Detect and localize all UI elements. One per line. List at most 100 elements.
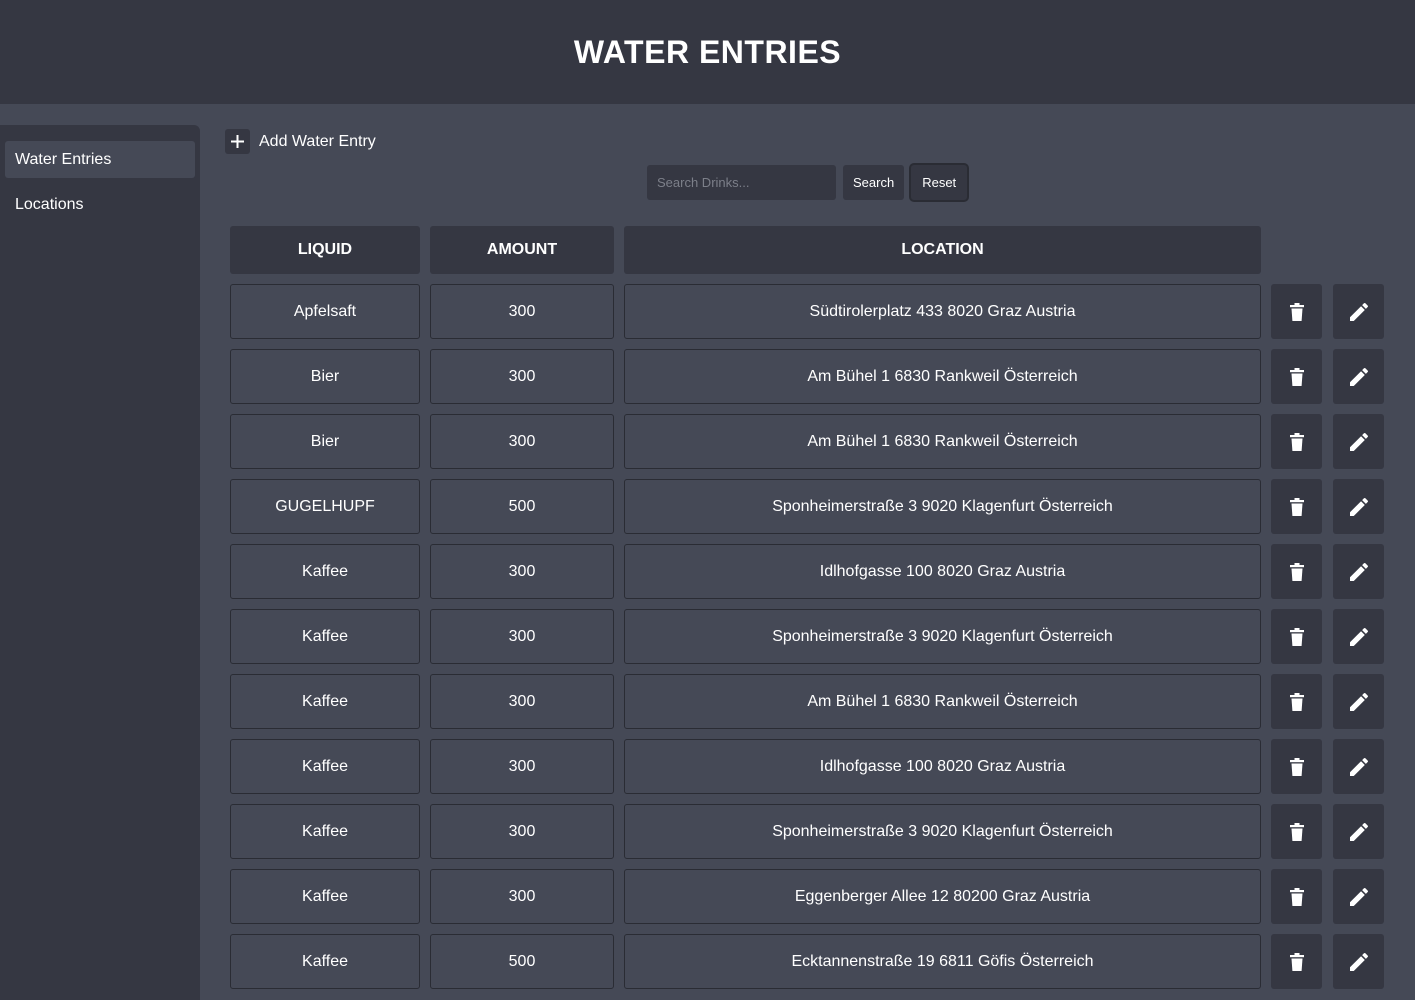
- sidebar-item-water-entries[interactable]: Water Entries: [5, 141, 195, 178]
- table-row: Bier 300 Am Bühel 1 6830 Rankweil Österr…: [0, 349, 1415, 414]
- liquid-cell: Kaffee: [230, 934, 420, 989]
- pencil-icon: [1349, 302, 1368, 321]
- location-cell: Eggenberger Allee 12 80200 Graz Austria: [624, 869, 1261, 924]
- plus-icon: [225, 129, 250, 154]
- edit-button[interactable]: [1333, 349, 1384, 404]
- liquid-cell: Bier: [230, 414, 420, 469]
- pencil-icon: [1349, 432, 1368, 451]
- liquid-cell: Kaffee: [230, 674, 420, 729]
- amount-cell: 300: [430, 349, 614, 404]
- column-header-location: LOCATION: [624, 226, 1261, 274]
- liquid-cell: Kaffee: [230, 609, 420, 664]
- pencil-icon: [1349, 497, 1368, 516]
- amount-cell: 300: [430, 674, 614, 729]
- amount-cell: 300: [430, 544, 614, 599]
- edit-button[interactable]: [1333, 479, 1384, 534]
- app-header: WATER ENTRIES: [0, 0, 1415, 104]
- location-cell: Am Bühel 1 6830 Rankweil Österreich: [624, 414, 1261, 469]
- table-row: Kaffee 300 Sponheimerstraße 3 9020 Klage…: [0, 804, 1415, 869]
- edit-button[interactable]: [1333, 934, 1384, 989]
- reset-button[interactable]: Reset: [909, 163, 970, 202]
- location-cell: Am Bühel 1 6830 Rankweil Österreich: [624, 349, 1261, 404]
- table-row: GUGELHUPF 500 Sponheimerstraße 3 9020 Kl…: [0, 479, 1415, 544]
- liquid-cell: Apfelsaft: [230, 284, 420, 339]
- delete-button[interactable]: [1271, 804, 1322, 859]
- edit-button[interactable]: [1333, 284, 1384, 339]
- pencil-icon: [1349, 887, 1368, 906]
- delete-button[interactable]: [1271, 479, 1322, 534]
- pencil-icon: [1349, 822, 1368, 841]
- table-row: Kaffee 500 Ecktannenstraße 19 6811 Göfis…: [0, 934, 1415, 999]
- pencil-icon: [1349, 562, 1368, 581]
- delete-button[interactable]: [1271, 544, 1322, 599]
- table-row: Kaffee 300 Sponheimerstraße 3 9020 Klage…: [0, 609, 1415, 674]
- search-button[interactable]: Search: [843, 165, 905, 200]
- trash-icon: [1289, 302, 1304, 321]
- table-row: Kaffee 300 Am Bühel 1 6830 Rankweil Öste…: [0, 674, 1415, 739]
- pencil-icon: [1349, 627, 1368, 646]
- location-cell: Sponheimerstraße 3 9020 Klagenfurt Öster…: [624, 804, 1261, 859]
- trash-icon: [1289, 757, 1304, 776]
- delete-button[interactable]: [1271, 414, 1322, 469]
- amount-cell: 500: [430, 479, 614, 534]
- pencil-icon: [1349, 952, 1368, 971]
- table-row: Kaffee 300 Idlhofgasse 100 8020 Graz Aus…: [0, 544, 1415, 609]
- liquid-cell: Kaffee: [230, 869, 420, 924]
- liquid-cell: Bier: [230, 349, 420, 404]
- amount-cell: 300: [430, 284, 614, 339]
- amount-cell: 500: [430, 934, 614, 989]
- location-cell: Südtirolerplatz 433 8020 Graz Austria: [624, 284, 1261, 339]
- trash-icon: [1289, 822, 1304, 841]
- trash-icon: [1289, 367, 1304, 386]
- location-cell: Sponheimerstraße 3 9020 Klagenfurt Öster…: [624, 609, 1261, 664]
- trash-icon: [1289, 692, 1304, 711]
- table-row: Bier 300 Am Bühel 1 6830 Rankweil Österr…: [0, 414, 1415, 479]
- table-row: Kaffee 300 Idlhofgasse 100 8020 Graz Aus…: [0, 739, 1415, 804]
- liquid-cell: Kaffee: [230, 544, 420, 599]
- liquid-cell: Kaffee: [230, 739, 420, 794]
- table-body: Apfelsaft 300 Südtirolerplatz 433 8020 G…: [0, 284, 1415, 999]
- sidebar-item-locations[interactable]: Locations: [5, 186, 195, 223]
- delete-button[interactable]: [1271, 869, 1322, 924]
- add-water-entry-label: Add Water Entry: [259, 132, 376, 150]
- location-cell: Sponheimerstraße 3 9020 Klagenfurt Öster…: [624, 479, 1261, 534]
- location-cell: Am Bühel 1 6830 Rankweil Österreich: [624, 674, 1261, 729]
- amount-cell: 300: [430, 414, 614, 469]
- delete-button[interactable]: [1271, 934, 1322, 989]
- location-cell: Ecktannenstraße 19 6811 Göfis Österreich: [624, 934, 1261, 989]
- edit-button[interactable]: [1333, 414, 1384, 469]
- amount-cell: 300: [430, 739, 614, 794]
- delete-button[interactable]: [1271, 674, 1322, 729]
- table-row: Apfelsaft 300 Südtirolerplatz 433 8020 G…: [0, 284, 1415, 349]
- add-water-entry-button[interactable]: Add Water Entry: [225, 129, 376, 154]
- location-cell: Idlhofgasse 100 8020 Graz Austria: [624, 544, 1261, 599]
- liquid-cell: Kaffee: [230, 804, 420, 859]
- liquid-cell: GUGELHUPF: [230, 479, 420, 534]
- pencil-icon: [1349, 692, 1368, 711]
- search-bar: Search Reset: [647, 163, 970, 202]
- amount-cell: 300: [430, 804, 614, 859]
- page-title: WATER ENTRIES: [573, 33, 842, 70]
- edit-button[interactable]: [1333, 739, 1384, 794]
- trash-icon: [1289, 497, 1304, 516]
- edit-button[interactable]: [1333, 544, 1384, 599]
- trash-icon: [1289, 432, 1304, 451]
- edit-button[interactable]: [1333, 869, 1384, 924]
- trash-icon: [1289, 887, 1304, 906]
- search-input[interactable]: [647, 165, 836, 200]
- pencil-icon: [1349, 367, 1368, 386]
- trash-icon: [1289, 952, 1304, 971]
- delete-button[interactable]: [1271, 739, 1322, 794]
- table-row: Kaffee 300 Eggenberger Allee 12 80200 Gr…: [0, 869, 1415, 934]
- column-header-liquid: LIQUID: [230, 226, 420, 274]
- amount-cell: 300: [430, 609, 614, 664]
- edit-button[interactable]: [1333, 804, 1384, 859]
- delete-button[interactable]: [1271, 609, 1322, 664]
- edit-button[interactable]: [1333, 674, 1384, 729]
- delete-button[interactable]: [1271, 284, 1322, 339]
- location-cell: Idlhofgasse 100 8020 Graz Austria: [624, 739, 1261, 794]
- amount-cell: 300: [430, 869, 614, 924]
- pencil-icon: [1349, 757, 1368, 776]
- edit-button[interactable]: [1333, 609, 1384, 664]
- delete-button[interactable]: [1271, 349, 1322, 404]
